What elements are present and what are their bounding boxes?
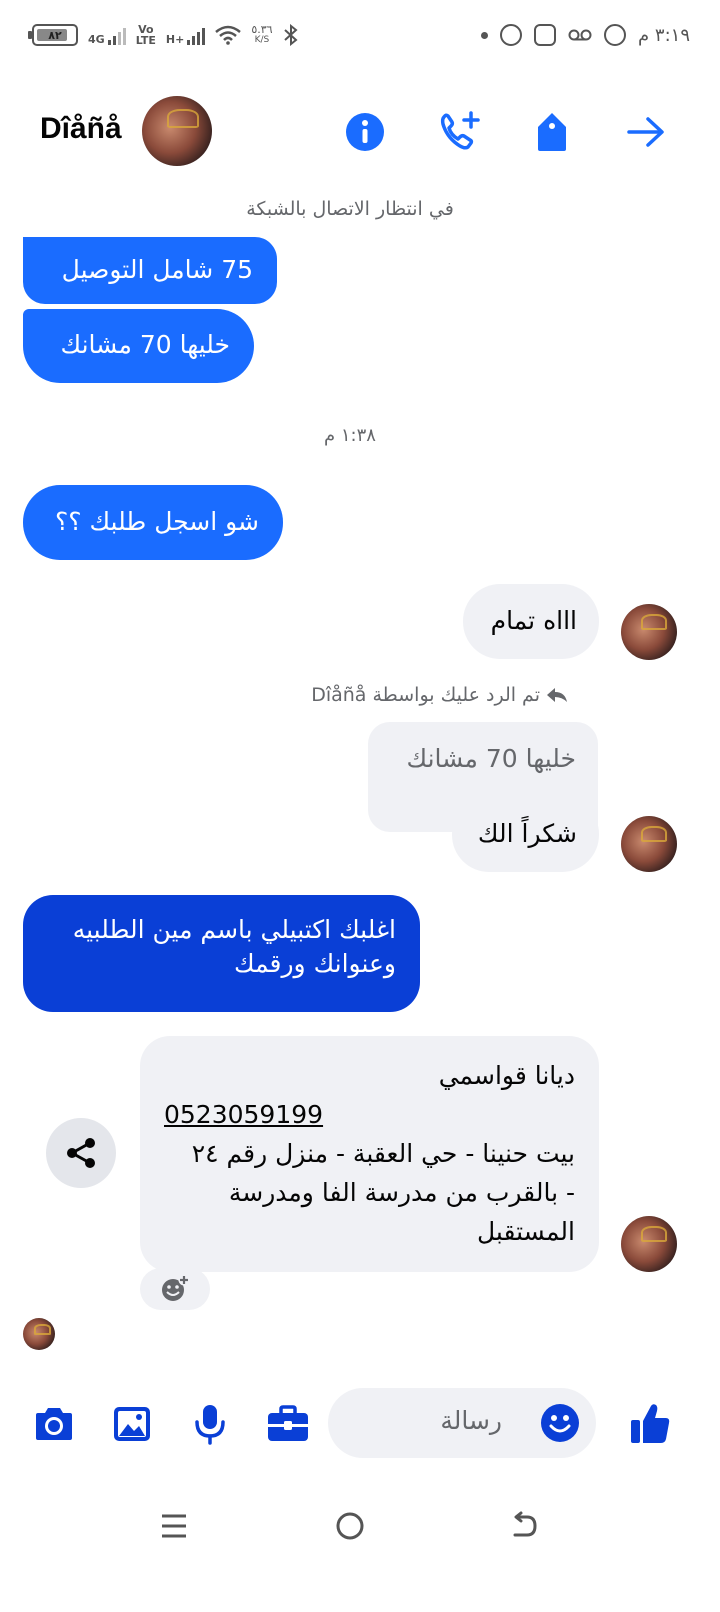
bluetooth-icon [283, 24, 298, 46]
message-bubble-outgoing[interactable]: اغلبك اكتبيلي باسم مين الطلبيه وعنوانك و… [23, 895, 420, 1012]
voice-button[interactable] [186, 1400, 234, 1448]
arrow-right-icon [627, 117, 664, 147]
home-nav-button[interactable] [328, 1504, 372, 1548]
info-icon [346, 113, 384, 151]
sender-avatar[interactable] [621, 1216, 677, 1272]
sender-avatar[interactable] [621, 816, 677, 872]
media-icon [604, 24, 627, 46]
signal-icon [107, 25, 126, 45]
battery-level: ٨٢ [48, 28, 62, 42]
status-left: ٨٢ 4G Vo LTE H+ ٥.٣٦ K/S [28, 23, 299, 47]
whatsapp-icon [500, 24, 523, 46]
message-bubble-outgoing[interactable]: خليها 70 مشانك [23, 309, 254, 383]
info-button[interactable] [343, 110, 387, 154]
tag-button[interactable] [530, 110, 574, 154]
wifi-icon [215, 25, 242, 45]
reply-note-text: تم الرد عليك بواسطة Dîåñå [311, 684, 540, 706]
back-icon [513, 1511, 537, 1537]
message-input[interactable]: رسالة [328, 1388, 596, 1458]
add-call-button[interactable] [438, 110, 482, 154]
volte-label: Vo LTE [135, 23, 156, 47]
message-text: بيت حنينا - حي العقبة - منزل رقم ٢٤ [191, 1139, 575, 1168]
add-reaction-button[interactable] [140, 1268, 210, 1310]
like-button[interactable] [626, 1400, 674, 1448]
sender-avatar[interactable] [621, 604, 677, 660]
system-nav-bar [0, 1490, 720, 1560]
message-placeholder: رسالة [440, 1406, 502, 1435]
data-speed-unit: K/S [254, 35, 270, 45]
voicemail-icon [568, 29, 592, 41]
camera-button[interactable] [30, 1400, 78, 1448]
quoted-text: خليها 70 مشانك [406, 744, 576, 773]
composer-bar: رسالة [0, 1386, 720, 1462]
seen-avatar [23, 1318, 55, 1350]
contact-name[interactable]: Dîåñå [40, 112, 122, 146]
phone-number-link[interactable]: 0523059199 [164, 1095, 575, 1134]
menu-icon [162, 1514, 186, 1538]
contact-avatar[interactable] [142, 96, 212, 166]
share-button[interactable] [46, 1118, 116, 1188]
back-nav-button[interactable] [502, 1504, 546, 1548]
chat-header: Dîåñå [0, 90, 720, 174]
add-call-icon [440, 111, 480, 150]
battery-icon: ٨٢ [28, 24, 78, 46]
clock: ٣:١٩ م [638, 24, 690, 46]
status-right: ٣:١٩ م [481, 24, 690, 46]
briefcase-icon [268, 1405, 308, 1441]
signal-icon [187, 25, 206, 45]
emoji-icon[interactable] [540, 1403, 580, 1443]
add-reaction-icon [162, 1274, 190, 1301]
status-bar: ٨٢ 4G Vo LTE H+ ٥.٣٦ K/S ٣:١٩ م [0, 0, 720, 80]
forward-button[interactable] [624, 110, 668, 154]
message-text: وعنوانك ورقمك [234, 949, 396, 978]
message-bubble-incoming[interactable]: ديانا قواسمي 0523059199 بيت حنينا - حي ا… [140, 1036, 599, 1272]
instagram-icon [534, 24, 557, 46]
message-text: شكراً الك [477, 819, 577, 848]
share-icon [67, 1138, 95, 1168]
data-speed: ٥.٣٦ [251, 23, 273, 36]
message-bubble-incoming[interactable]: اااه تمام [463, 584, 599, 659]
home-circle-icon [336, 1512, 364, 1540]
message-text: خليها 70 مشانك [60, 330, 230, 359]
network-4g-label: 4G [88, 33, 105, 46]
microphone-icon [195, 1405, 225, 1445]
message-text: اااه تمام [490, 606, 577, 635]
reply-icon [547, 688, 567, 702]
message-text: 75 شامل التوصيل [61, 255, 253, 284]
network-status: في انتظار الاتصال بالشبكة [246, 198, 454, 220]
tag-icon [538, 113, 566, 151]
network-hplus-label: H+ [165, 33, 185, 46]
gallery-button[interactable] [108, 1400, 156, 1448]
camera-icon [36, 1408, 72, 1440]
message-bubble-outgoing[interactable]: شو اسجل طلبك ؟؟ [23, 485, 283, 560]
notification-dot-icon [481, 31, 489, 39]
thumbs-up-icon [631, 1404, 670, 1443]
message-bubble-outgoing[interactable]: 75 شامل التوصيل [23, 237, 277, 304]
message-timestamp: ١:٣٨ م [324, 425, 376, 446]
message-bubble-incoming[interactable]: شكراً الك [452, 797, 599, 872]
reply-note: تم الرد عليك بواسطة Dîåñå [311, 684, 568, 706]
message-text: - بالقرب من مدرسة الفا ومدرسة [228, 1178, 575, 1207]
message-text: ديانا قواسمي [438, 1061, 575, 1090]
business-tools-button[interactable] [264, 1400, 312, 1448]
message-text: المستقبل [477, 1217, 575, 1246]
menu-nav-button[interactable] [152, 1504, 196, 1548]
image-icon [114, 1407, 150, 1441]
message-text: اغلبك اكتبيلي باسم مين الطلبيه [72, 915, 396, 944]
message-text: شو اسجل طلبك ؟؟ [55, 507, 259, 536]
